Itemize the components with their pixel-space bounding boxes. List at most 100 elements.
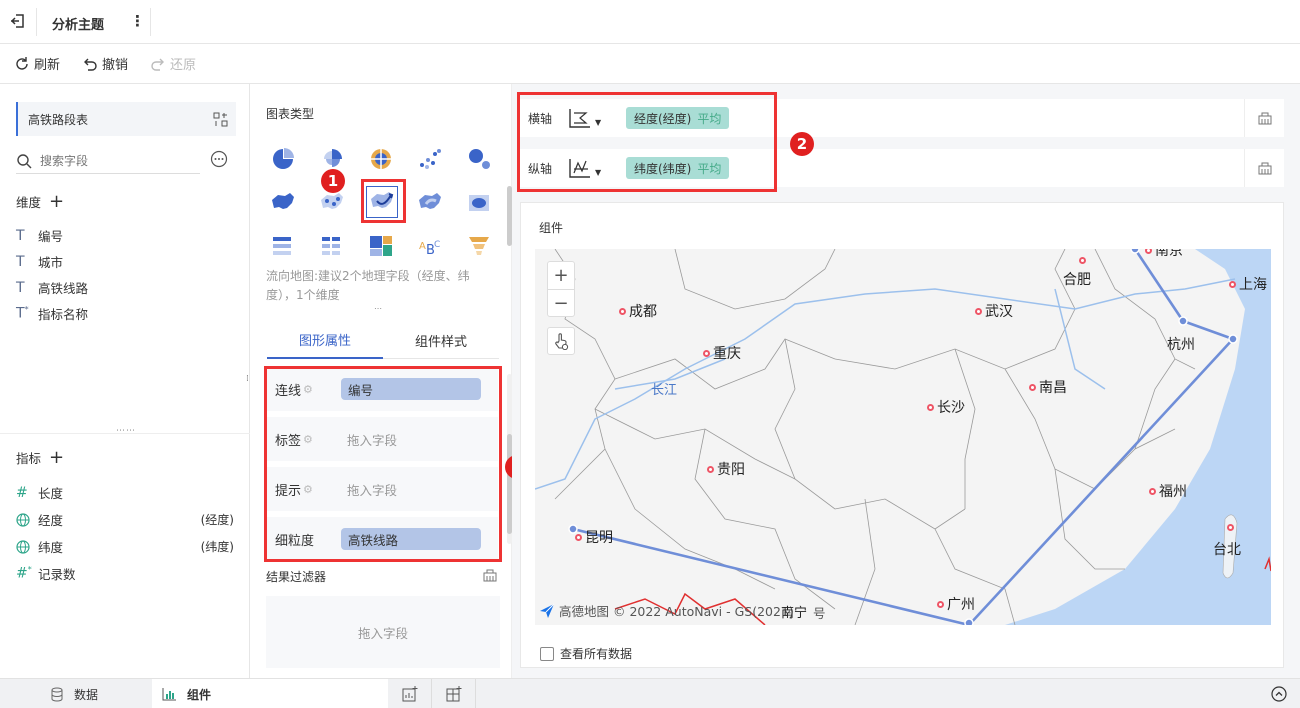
heat-map-icon[interactable] [415, 188, 445, 218]
tab-component-style[interactable]: 组件样式 [383, 322, 499, 359]
highlight-box-2 [517, 92, 777, 192]
globe-icon [16, 539, 38, 554]
city-label: 武汉 [975, 301, 1013, 321]
collapse-up-icon[interactable] [1271, 686, 1287, 702]
add-chart-icon [402, 686, 418, 702]
field-panel: 高铁路段表 维度 + T编号 T城市 T高铁线路 T*指标名称 ⋯⋯ 指标 + … [0, 84, 250, 678]
city-name: 南宁 [781, 606, 808, 621]
add-component-button[interactable] [388, 679, 432, 708]
scatter-chart-icon[interactable] [415, 144, 445, 174]
attribution-text: 高德地图 © 2022 AutoNavi - GS(2021) [559, 604, 794, 619]
map-attribution: 高德地图 © 2022 AutoNavi - GS(2021) [539, 601, 794, 620]
add-dashboard-button[interactable] [432, 679, 476, 708]
component-title: 组件 [539, 221, 564, 235]
measure-item[interactable]: # 长度 [16, 483, 234, 502]
switch-table-icon[interactable] [213, 112, 228, 127]
panel-collapse-handle-icon[interactable]: ⁞ [246, 374, 249, 384]
search-box[interactable] [16, 148, 200, 174]
exit-icon[interactable] [9, 12, 27, 30]
zoom-in-button[interactable]: + [548, 262, 574, 290]
city-label: 南昌 [1029, 377, 1067, 397]
city-label: 福州 [1149, 481, 1187, 501]
region-map-icon[interactable] [268, 188, 298, 218]
city-name: 昆明 [585, 530, 613, 546]
flow-map[interactable]: 南京 合肥 上海 成都 武汉 重庆 杭州 长江 南昌 长沙 贵阳 福州 昆明 台… [535, 249, 1271, 625]
filter-drop-zone[interactable]: 拖入字段 [266, 596, 500, 668]
city-label: 上海 [1229, 274, 1267, 294]
add-dashboard-icon [446, 686, 462, 702]
resize-handle-icon[interactable]: ⋯⋯ [116, 426, 136, 436]
redo-label: 还原 [170, 58, 197, 73]
table-name: 高铁路段表 [28, 112, 89, 127]
measures-label: 指标 [16, 451, 42, 466]
step-badge: 1 [321, 169, 345, 193]
add-measure-icon[interactable]: + [49, 447, 64, 468]
tab-component[interactable]: 组件 [152, 679, 388, 708]
table-selector[interactable]: 高铁路段表 [16, 102, 236, 136]
redo-icon [150, 56, 166, 72]
database-icon [50, 687, 64, 702]
refresh-label: 刷新 [34, 58, 61, 73]
bubble-chart-icon[interactable] [464, 144, 494, 174]
redo-button[interactable]: 还原 [150, 54, 196, 73]
measure-item[interactable]: #* 记录数 [16, 564, 234, 583]
city-marker-icon [1227, 524, 1234, 531]
more-options-icon[interactable] [210, 150, 228, 168]
resize-handle-icon[interactable]: ⋯ [374, 304, 382, 313]
refresh-icon [14, 56, 30, 72]
city-name: 合肥 [1063, 272, 1091, 288]
tab-data[interactable]: 数据 [50, 686, 98, 703]
treemap-icon[interactable] [366, 231, 396, 261]
svg-text:A: A [419, 241, 426, 252]
view-all-data-option[interactable]: 查看所有数据 [540, 645, 632, 662]
tab-component-label: 组件 [187, 687, 212, 702]
city-name: 重庆 [713, 346, 741, 362]
city-label: 长沙 [927, 397, 965, 417]
city-label: 杭州 [1167, 334, 1195, 354]
city-name: 福州 [1159, 484, 1187, 500]
dimension-item[interactable]: T 编号 [16, 226, 234, 245]
tab-graphic-properties[interactable]: 图形属性 [267, 322, 383, 359]
geo-role-label: (纬度) [200, 540, 234, 554]
city-label: 重庆 [703, 343, 741, 363]
text-type-icon: T [16, 253, 25, 270]
x-axis-settings-icon[interactable] [1244, 99, 1284, 137]
city-name: 杭州 [1167, 337, 1195, 353]
measure-item[interactable]: 纬度 (纬度) [16, 537, 234, 556]
dimension-item[interactable]: T 高铁线路 [16, 278, 234, 297]
bar-chart-icon [162, 687, 177, 701]
calculated-number-icon: #* [16, 565, 32, 582]
group-table-icon[interactable] [317, 231, 347, 261]
dimensions-header: 维度 + [16, 191, 64, 212]
pie-chart-icon[interactable] [268, 144, 298, 174]
custom-map-icon[interactable] [464, 188, 494, 218]
add-dimension-icon[interactable]: + [49, 191, 64, 212]
measure-item[interactable]: 经度 (经度) [16, 510, 234, 529]
view-all-checkbox[interactable] [540, 646, 554, 661]
filter-label: 结果过滤器 [266, 570, 327, 584]
city-marker-icon [1229, 280, 1236, 288]
highlight-box-1 [361, 179, 406, 223]
globe-icon [16, 512, 38, 527]
tab-data-label: 数据 [74, 688, 99, 702]
city-name: 南昌 [1039, 380, 1067, 396]
undo-button[interactable]: 撤销 [82, 54, 128, 73]
hand-pointer-icon [553, 332, 569, 350]
refresh-button[interactable]: 刷新 [14, 54, 60, 73]
detail-table-icon[interactable] [268, 231, 298, 261]
search-input[interactable] [40, 153, 180, 168]
y-axis-settings-icon[interactable] [1244, 149, 1284, 187]
number-type-icon: # [16, 484, 28, 501]
filter-settings-icon[interactable] [482, 567, 498, 583]
field-label: 城市 [38, 255, 64, 270]
radar-chart-icon[interactable] [366, 144, 396, 174]
dimension-item[interactable]: T 城市 [16, 252, 234, 271]
funnel-chart-icon[interactable] [464, 231, 494, 261]
dimension-item[interactable]: T* 指标名称 [16, 304, 234, 323]
city-label: 昆明 [575, 527, 613, 547]
city-marker-icon [575, 533, 582, 541]
more-menu-icon[interactable]: ⋮ [130, 12, 145, 30]
pointer-mode-button[interactable] [547, 327, 575, 355]
zoom-out-button[interactable]: − [548, 290, 574, 317]
word-cloud-icon[interactable]: ABC [415, 231, 445, 261]
